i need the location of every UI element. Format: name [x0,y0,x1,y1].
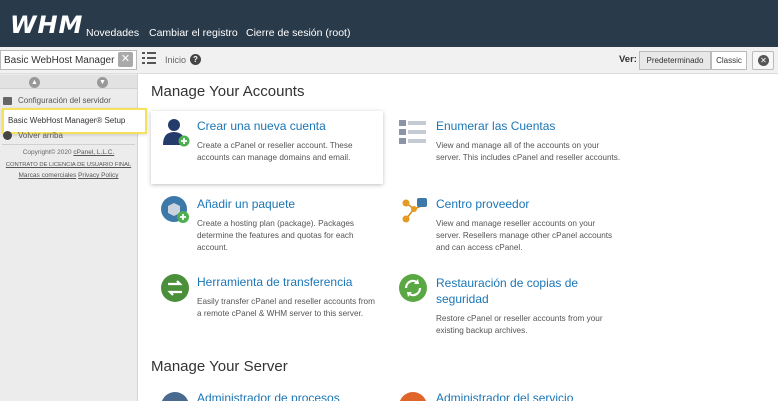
license-link-text[interactable]: CONTRATO DE LICENCIA DE USUARIO FINAL [6,162,131,168]
nav-novedades[interactable]: Novedades [86,27,139,39]
server-config-icon [3,97,12,105]
card-title-create-account[interactable]: Crear una nueva cuenta [197,119,326,133]
close-icon: ✕ [758,55,769,66]
card-desc-list-accounts: View and manage all of the accounts on y… [436,141,621,162]
service-manager-icon[interactable] [398,391,428,401]
copyright-line: Copyright© 2020 cPanel, L.L.C. [0,149,137,156]
card-title-transfer-tool[interactable]: Herramienta de transferencia [197,275,352,289]
sidebar-divider [2,144,135,145]
license-link[interactable]: CONTRATO DE LICENCIA DE USUARIO FINAL [0,162,137,168]
trademarks-link[interactable]: Marcas comerciales [18,172,76,179]
card-title-backup-restore[interactable]: Restauración de copias de seguridad [436,275,621,307]
sidebar-item-back-to-top[interactable]: Volver arriba [18,131,63,140]
card-title-reseller-center[interactable]: Centro proveedor [436,197,529,211]
view-default-button[interactable]: Predeterminado [639,51,711,70]
breadcrumb-home[interactable]: Inicio [165,55,186,65]
top-navigation-bar [0,0,778,47]
clear-search-icon[interactable]: ✕ [118,52,133,67]
card-title-process-manager[interactable]: Administrador de procesos [197,391,340,401]
help-icon[interactable]: ? [190,54,201,65]
reseller-center-icon[interactable] [398,195,428,225]
card-desc-reseller-center: View and manage reseller accounts on you… [436,219,613,252]
view-classic-button[interactable]: Classic [711,51,747,70]
view-label: Ver: [619,54,637,65]
card-desc-create-account: Create a cPanel or reseller account. The… [197,141,353,162]
search-result-label: Basic WebHost Manager® Setup [8,116,126,125]
backup-restore-icon[interactable] [398,273,428,303]
section-title-accounts: Manage Your Accounts [151,83,305,100]
nav-change-log[interactable]: Cambiar el registro [149,27,238,39]
card-title-list-accounts[interactable]: Enumerar las Cuentas [436,119,555,133]
close-view-button[interactable]: ✕ [752,51,774,70]
account-list-icon[interactable] [398,117,428,147]
search-input[interactable] [4,53,116,68]
nav-logout[interactable]: Cierre de sesión (root) [246,27,350,39]
card-desc-add-package: Create a hosting plan (package). Package… [197,219,355,252]
section-title-server: Manage Your Server [151,358,288,375]
card-desc-transfer-tool: Easily transfer cPanel and reseller acco… [197,297,375,318]
process-manager-icon[interactable] [160,391,190,401]
sidebar-collapse-row [0,75,137,89]
package-add-icon[interactable] [160,195,190,225]
copyright-text: Copyright© 2020 [22,149,72,156]
expand-down-icon[interactable]: ▼ [97,77,108,88]
user-add-icon[interactable] [160,117,190,147]
menu-toggle-icon[interactable] [142,52,156,64]
whm-logo[interactable]: WHM [10,11,83,39]
back-to-top-icon [3,131,12,140]
collapse-up-icon[interactable]: ▲ [29,77,40,88]
sidebar-item-server-config[interactable]: Configuración del servidor [18,96,111,105]
cpanel-link[interactable]: cPanel, L.L.C. [73,149,114,156]
legal-links: Marcas comerciales Privacy Policy [0,172,137,179]
privacy-policy-link[interactable]: Privacy Policy [78,172,118,179]
card-title-add-package[interactable]: Añadir un paquete [197,197,295,211]
card-title-service-manager[interactable]: Administrador del servicio [436,391,573,401]
transfer-tool-icon[interactable] [160,273,190,303]
card-desc-backup-restore: Restore cPanel or reseller accounts from… [436,314,603,335]
